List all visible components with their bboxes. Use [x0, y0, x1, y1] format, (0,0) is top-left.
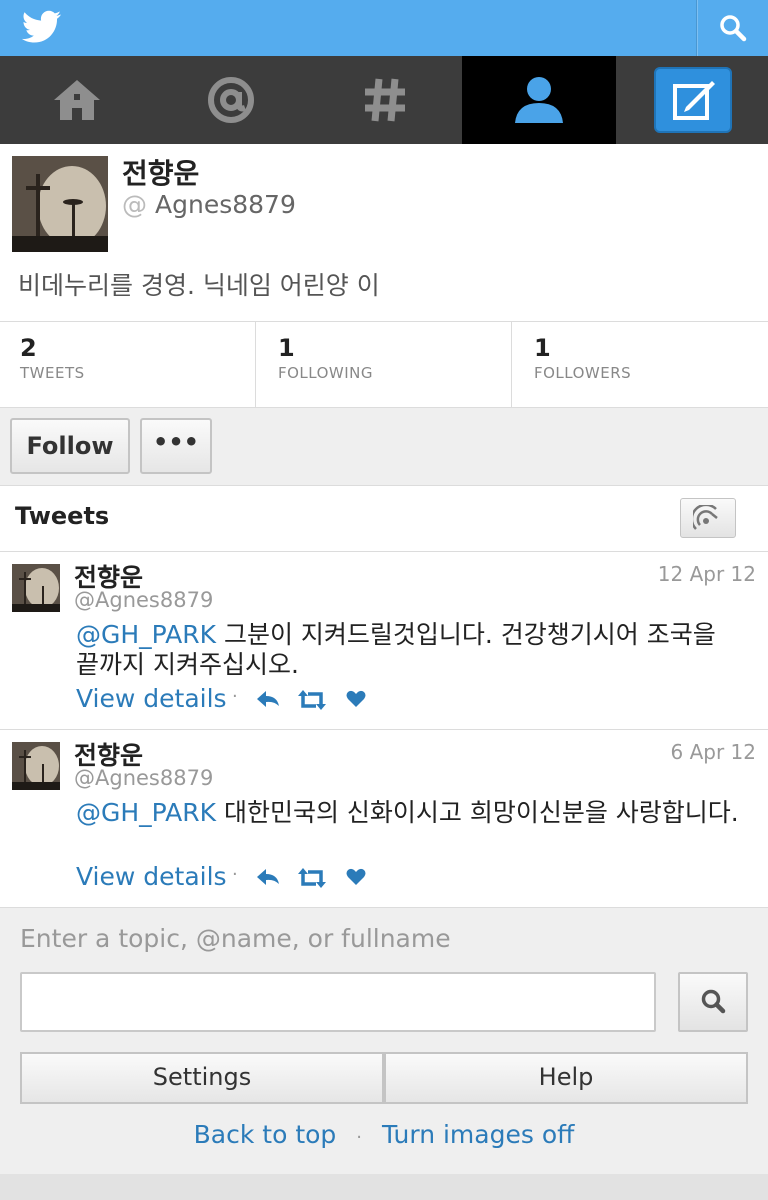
twitter-bird-icon[interactable] [21, 10, 62, 46]
home-icon [54, 80, 100, 120]
retweet-icon[interactable] [298, 690, 326, 710]
top-bar [0, 0, 768, 56]
nav-home[interactable] [0, 56, 154, 144]
profile-name: 전향운 [122, 157, 200, 190]
search-input[interactable] [20, 972, 656, 1032]
handle-text: Agnes8879 [155, 190, 296, 219]
stat-label: TWEETS [20, 364, 85, 382]
nav-discover[interactable] [308, 56, 462, 144]
view-details-link[interactable]: View details [76, 862, 227, 891]
separator-dot: · [356, 1127, 363, 1148]
search-icon [701, 989, 726, 1014]
tweet-author-handle: @Agnes8879 [74, 766, 214, 790]
tweet-author-handle: @Agnes8879 [74, 588, 214, 612]
stat-value: 1 [278, 334, 295, 362]
tweet-actions: View details · [76, 684, 476, 716]
follow-button[interactable]: Follow [10, 418, 130, 474]
separator-dot: · [232, 864, 238, 885]
separator-dot: · [232, 686, 238, 707]
favorite-icon[interactable] [346, 868, 366, 886]
tweet-body: 대한민국의 신화이시고 희망이신분을 사랑합니다. [216, 798, 739, 827]
search-prompt: Enter a topic, @name, or fullname [20, 924, 451, 953]
tweet-item[interactable]: 전향운 @Agnes8879 6 Apr 12 @GH_PARK 대한민국의 신… [0, 730, 768, 908]
reply-icon[interactable] [256, 868, 280, 886]
retweet-icon[interactable] [298, 868, 326, 888]
turn-images-off-link[interactable]: Turn images off [382, 1120, 574, 1149]
stat-following[interactable]: 1 FOLLOWING [256, 322, 512, 408]
compose-button[interactable] [654, 67, 732, 133]
bottom-strip [0, 1174, 768, 1200]
footer-links: Back to top · Turn images off [0, 1120, 768, 1149]
help-button[interactable]: Help [384, 1052, 748, 1104]
settings-button[interactable]: Settings [20, 1052, 384, 1104]
person-icon [515, 77, 563, 123]
profile-bio: 비데누리를 경영. 닉네임 어린양 이 [18, 271, 380, 300]
profile-actions: Follow ••• [0, 408, 768, 486]
stat-tweets[interactable]: 2 TWEETS [0, 322, 256, 408]
view-details-link[interactable]: View details [76, 684, 227, 713]
stat-followers[interactable]: 1 FOLLOWERS [512, 322, 768, 408]
stat-value: 2 [20, 334, 37, 362]
tweets-header: Tweets [0, 486, 768, 552]
tweet-date[interactable]: 12 Apr 12 [658, 562, 756, 586]
tweet-text: @GH_PARK 대한민국의 신화이시고 희망이신분을 사랑합니다. [76, 798, 746, 828]
tweet-item[interactable]: 전향운 @Agnes8879 12 Apr 12 @GH_PARK 그분이 지켜… [0, 552, 768, 730]
stat-value: 1 [534, 334, 551, 362]
stat-label: FOLLOWING [278, 364, 374, 382]
tweet-avatar[interactable] [12, 564, 60, 612]
nav-connect[interactable] [154, 56, 308, 144]
tweet-avatar[interactable] [12, 742, 60, 790]
tweet-date[interactable]: 6 Apr 12 [671, 740, 757, 764]
compose-icon [673, 81, 715, 120]
footer: Enter a topic, @name, or fullname Settin… [0, 908, 768, 1174]
tweet-mention[interactable]: @GH_PARK [76, 798, 216, 827]
search-button[interactable] [696, 0, 768, 56]
profile-handle: @ Agnes8879 [122, 190, 296, 219]
refresh-button[interactable] [680, 498, 736, 538]
refresh-icon [693, 505, 718, 530]
more-options-button[interactable]: ••• [140, 418, 212, 474]
nav-me[interactable] [462, 56, 616, 144]
search-icon [720, 15, 747, 42]
favorite-icon[interactable] [346, 690, 366, 708]
reply-icon[interactable] [256, 690, 280, 708]
avatar[interactable] [12, 156, 108, 252]
stat-label: FOLLOWERS [534, 364, 632, 382]
tweets-title: Tweets [15, 502, 110, 530]
tweet-actions: View details · [76, 862, 476, 894]
tweet-mention[interactable]: @GH_PARK [76, 620, 216, 649]
tweet-text: @GH_PARK 그분이 지켜드릴것입니다. 건강챙기시어 조국을 끝까지 지켜… [76, 620, 746, 680]
back-to-top-link[interactable]: Back to top [194, 1120, 337, 1149]
nav-bar [0, 56, 768, 144]
search-submit-button[interactable] [678, 972, 748, 1032]
at-symbol: @ [122, 190, 147, 219]
hashtag-icon [365, 78, 405, 122]
profile-card: 전향운 @ Agnes8879 비데누리를 경영. 닉네임 어린양 이 [0, 144, 768, 322]
at-icon [208, 77, 254, 123]
profile-stats: 2 TWEETS 1 FOLLOWING 1 FOLLOWERS [0, 322, 768, 408]
